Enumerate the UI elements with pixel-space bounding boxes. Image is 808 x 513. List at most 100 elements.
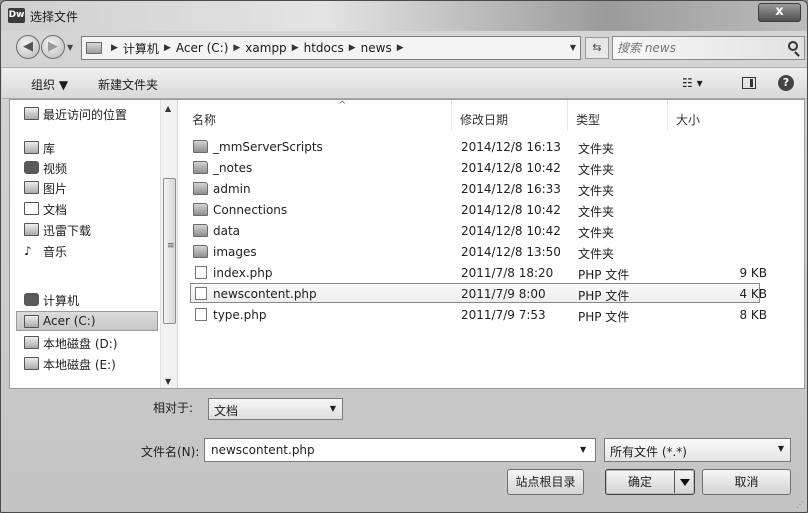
file-row[interactable]: admin 2014/12/8 16:33 文件夹 (190, 178, 760, 198)
file-size: 8 KB (739, 308, 767, 322)
folder-icon (193, 203, 208, 216)
file-row[interactable]: type.php 2011/7/9 7:53 PHP 文件 8 KB (190, 304, 767, 324)
nav-item-library[interactable]: 库 (10, 138, 160, 158)
file-size: 4 KB (739, 287, 767, 301)
file-date: 2014/12/8 10:42 (461, 224, 561, 238)
file-list-pane: 名称 ^ 修改日期 类型 大小 _mmServerScripts 2014/12… (180, 100, 804, 388)
drive-icon (24, 357, 39, 370)
file-type-filter-select[interactable]: 所有文件 (*.*) ▼ (604, 438, 791, 462)
file-date: 2011/7/9 8:00 (461, 287, 546, 301)
file-type: 文件夹 (578, 226, 615, 240)
file-row[interactable]: images 2014/12/8 13:50 文件夹 (190, 241, 760, 261)
filename-label: 文件名(N): (141, 445, 200, 459)
nav-item-label: Acer (C:) (43, 314, 96, 328)
column-header-date[interactable]: 修改日期 (452, 100, 568, 130)
file-name: admin (213, 182, 251, 196)
file-type: 文件夹 (578, 184, 615, 198)
nav-item-drive-d[interactable]: 本地磁盘 (D:) (10, 333, 160, 353)
nav-item-label: 计算机 (43, 294, 80, 308)
file-row[interactable]: _notes 2014/12/8 10:42 文件夹 (190, 157, 760, 177)
dreamweaver-app-icon: Dw (8, 8, 25, 23)
pictures-icon (24, 181, 39, 194)
nav-item-downloads[interactable]: 迅雷下载 (10, 220, 160, 240)
breadcrumb-drive[interactable]: Acer (C:) (176, 41, 229, 55)
file-date: 2014/12/8 16:13 (461, 140, 561, 154)
file-type: 文件夹 (578, 142, 615, 156)
ok-split-dropdown-icon[interactable] (674, 471, 694, 493)
grip-icon: ≡ (167, 241, 175, 251)
file-row[interactable]: index.php 2011/7/8 18:20 PHP 文件 9 KB (190, 262, 767, 282)
cancel-button[interactable]: 取消 (702, 469, 791, 495)
refresh-button[interactable]: ⇆ (585, 37, 609, 59)
nav-item-drive-e[interactable]: 本地磁盘 (E:) (10, 354, 160, 374)
change-view-button[interactable]: ☷ ▾ (682, 76, 703, 90)
filename-input[interactable] (204, 438, 596, 462)
breadcrumb-separator-icon[interactable]: ▶ (164, 43, 171, 53)
nav-item-drive-c[interactable]: Acer (C:) (16, 311, 158, 331)
search-input[interactable] (617, 40, 777, 56)
folder-icon (86, 42, 102, 54)
scroll-up-icon[interactable]: ▲ (165, 104, 171, 113)
file-row-selected[interactable]: newscontent.php 2011/7/9 8:00 PHP 文件 4 K… (190, 283, 767, 303)
nav-scrollbar[interactable]: ▲ ≡ ▼ (160, 100, 177, 388)
column-header-name[interactable]: 名称 ^ (192, 100, 452, 130)
scrollbar-thumb[interactable]: ≡ (163, 178, 176, 324)
file-row[interactable]: data 2014/12/8 10:42 文件夹 (190, 220, 760, 240)
file-name: index.php (213, 266, 273, 280)
preview-pane-icon[interactable] (742, 77, 756, 89)
file-name: Connections (213, 203, 288, 217)
download-icon (24, 223, 39, 236)
forward-button[interactable]: ▶ (41, 35, 65, 59)
breadcrumb-htdocs[interactable]: htdocs (304, 41, 344, 55)
filename-history-dropdown-icon[interactable]: ▼ (580, 445, 586, 454)
column-header-size[interactable]: 大小 (668, 100, 768, 130)
nav-item-computer[interactable]: 计算机 (10, 290, 160, 310)
folder-icon (193, 224, 208, 237)
recent-locations-dropdown[interactable]: ▼ (67, 43, 73, 52)
window-title: 选择文件 (30, 10, 79, 24)
file-row[interactable]: _mmServerScripts 2014/12/8 16:13 文件夹 (190, 136, 760, 156)
command-toolbar: 组织 ▼ 新建文件夹 ☷ ▾ ? (2, 67, 807, 99)
relative-to-value: 文档 (214, 404, 239, 418)
file-name: _mmServerScripts (213, 140, 323, 154)
address-bar[interactable]: ▶ 计算机 ▶ Acer (C:) ▶ xampp ▶ htdocs ▶ new… (81, 36, 581, 60)
back-button[interactable]: ◀ (16, 35, 40, 59)
resize-grip-icon[interactable]: ⋰ (796, 500, 804, 509)
breadcrumb-news[interactable]: news (361, 41, 392, 55)
close-button[interactable]: x (758, 3, 801, 22)
breadcrumb-separator-icon[interactable]: ▶ (397, 43, 404, 53)
nav-item-music[interactable]: ♪ 音乐 (10, 241, 160, 261)
breadcrumb-separator-icon[interactable]: ▶ (233, 43, 240, 53)
breadcrumb-separator-icon[interactable]: ▶ (349, 43, 356, 53)
breadcrumb-computer[interactable]: 计算机 (123, 40, 159, 57)
drive-icon (24, 336, 39, 349)
nav-item-documents[interactable]: 文档 (10, 199, 160, 219)
nav-item-recent-places[interactable]: 最近访问的位置 (10, 104, 160, 124)
file-date: 2014/12/8 13:50 (461, 245, 561, 259)
breadcrumb-separator-icon[interactable]: ▶ (111, 43, 118, 53)
navigation-pane: 最近访问的位置 库 视频 图片 文档 迅雷下载 ♪ 音乐 计算机 Acer (C… (10, 100, 178, 388)
site-root-button[interactable]: 站点根目录 (507, 469, 584, 495)
organize-button[interactable]: 组织 ▼ (31, 76, 68, 93)
scroll-down-icon[interactable]: ▼ (165, 377, 171, 386)
php-file-icon (195, 287, 207, 300)
nav-item-video[interactable]: 视频 (10, 158, 160, 178)
breadcrumb-separator-icon[interactable]: ▶ (292, 43, 299, 53)
file-type: PHP 文件 (578, 268, 630, 282)
music-icon: ♪ (24, 244, 32, 258)
search-icon[interactable] (788, 41, 798, 51)
file-date: 2014/12/8 10:42 (461, 161, 561, 175)
recent-places-icon (24, 107, 39, 120)
nav-item-pictures[interactable]: 图片 (10, 178, 160, 198)
file-row[interactable]: Connections 2014/12/8 10:42 文件夹 (190, 199, 760, 219)
search-box[interactable] (612, 36, 805, 60)
file-date: 2014/12/8 10:42 (461, 203, 561, 217)
help-icon[interactable]: ? (778, 75, 794, 91)
address-dropdown-icon[interactable]: ▼ (570, 43, 576, 52)
relative-to-select[interactable]: 文档 ▼ (208, 398, 343, 420)
column-header-type[interactable]: 类型 (568, 100, 668, 130)
breadcrumb-xampp[interactable]: xampp (245, 41, 286, 55)
nav-item-label: 视频 (43, 162, 68, 176)
file-name: type.php (213, 308, 267, 322)
new-folder-button[interactable]: 新建文件夹 (98, 76, 158, 93)
